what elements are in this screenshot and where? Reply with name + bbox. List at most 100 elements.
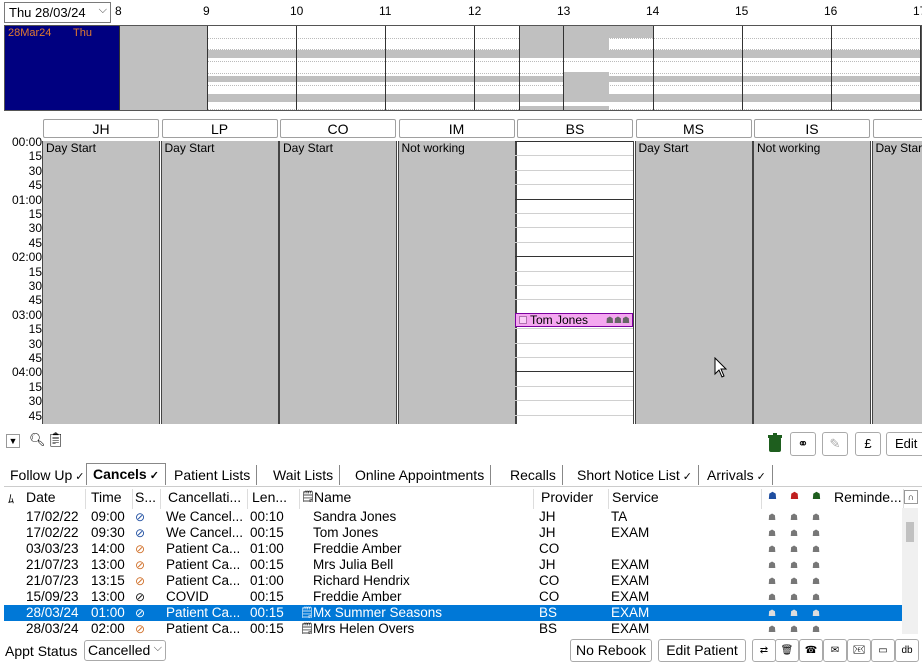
cell-service: EXAM (611, 525, 650, 540)
slot-line (515, 256, 633, 258)
provider-header-co[interactable]: CO (280, 119, 396, 138)
tab-online-appointments[interactable]: Online Appointments (349, 465, 492, 485)
tab-arrivals[interactable]: Arrivals ✓ (701, 465, 773, 485)
provider-column-jh[interactable]: Day Start (42, 141, 160, 424)
no-rebook-button[interactable]: No Rebook (570, 639, 652, 662)
column-note: Day Start (164, 141, 215, 155)
provider-header-lp[interactable]: LP (161, 119, 278, 138)
small-button-7[interactable]: db (895, 639, 919, 662)
status-icon: ⊘ (135, 622, 146, 636)
overview-selected-block: 28Mar24 Thu (5, 26, 119, 110)
list-tabs: Follow Up ✓ Cancels ✓ Patient Lists Wait List… (4, 463, 922, 485)
date-value: Thu 28/03/24 (9, 5, 86, 20)
provider-column-co[interactable]: Day Start (279, 141, 397, 424)
small-button-3[interactable]: ☎︎ (799, 639, 823, 662)
search-icon[interactable]: 🔍︎ (29, 432, 46, 448)
diary-view[interactable]: JHLPCOIMBSMSISN 00:0015304501:0015304502… (4, 119, 922, 424)
edit-patient-button[interactable]: Edit Patient (658, 639, 746, 662)
small-button-6[interactable]: ▭ (871, 639, 895, 662)
edit-button[interactable]: Edit (886, 432, 922, 456)
contact-status-icon: ☗ (790, 528, 799, 538)
tab-recalls[interactable]: Recalls (504, 465, 563, 485)
header-cancellation[interactable]: Cancellati... (168, 489, 248, 509)
tab-patient-lists[interactable]: Patient Lists (168, 465, 258, 485)
table-row[interactable]: 28/03/24 02:00 Patient Ca... 00:15 Mrs Helen… (4, 621, 902, 636)
trash-icon[interactable] (768, 433, 782, 453)
table-row[interactable]: 17/02/22 09:00 We Cancel... 00:10 Sandra Jon… (4, 509, 902, 525)
slot-line (515, 371, 633, 373)
provider-column-im[interactable]: Not working (397, 141, 516, 424)
hour-label: 9 (203, 4, 210, 18)
cell-date: 17/02/22 (26, 509, 79, 524)
table-row[interactable]: 03/03/23 14:00 Patient Ca... 01:00 Freddie A… (4, 541, 902, 557)
table-row[interactable]: 28/03/24 01:00 Patient Ca... 00:15 Mx Summer… (4, 605, 902, 621)
table-row[interactable]: 21/07/23 13:15 Patient Ca... 01:00 Richard H… (4, 573, 902, 589)
brush-button[interactable]: ✎ (822, 432, 848, 456)
hour-label: 14 (646, 4, 660, 18)
header-time[interactable]: Time (91, 489, 133, 509)
header-service[interactable]: Service (612, 489, 762, 509)
appointment-flags-icon: ☗☗☗ (605, 315, 630, 325)
column-chooser-icon[interactable]: ﾑ (8, 490, 14, 507)
header-date[interactable]: Date (26, 489, 86, 509)
small-button-4[interactable]: ✉︎ (823, 639, 847, 662)
appointment-block[interactable]: Tom Jones ☗☗☗ (515, 313, 633, 327)
contact-header-icon-1: ☗ (768, 491, 777, 502)
header-status[interactable]: S... (135, 489, 161, 509)
column-note: Not working (757, 141, 821, 155)
provider-column-lp[interactable]: Day Start (160, 141, 279, 424)
link-icon: ⚭ (797, 436, 809, 451)
overview-blocked-slot (119, 54, 207, 62)
table-row[interactable]: 15/09/23 13:00 COVID 00:15 Freddie Amber CO EX… (4, 589, 902, 605)
reschedule-icon: ⇄ (759, 645, 769, 656)
slot-line (515, 400, 633, 402)
small-button-2[interactable]: 🗑︎ (775, 639, 799, 662)
note-icon: 🗒︎ (300, 623, 314, 635)
provider-column-is[interactable]: Not working (753, 141, 871, 424)
clipboard-icon[interactable]: 📋︎ (47, 431, 65, 448)
slot-line (515, 184, 633, 186)
cell-name: Tom Jones (313, 525, 379, 540)
dropdown-icon[interactable]: ▼ (6, 434, 20, 448)
provider-header-n[interactable]: N (872, 119, 922, 138)
small-button-1[interactable]: ⇄ (752, 639, 776, 662)
cell-date: 21/07/23 (26, 573, 79, 588)
provider-column-n[interactable]: Day Start (871, 141, 922, 424)
tab-label: Online Appointments (355, 467, 485, 483)
time-label: 30 (28, 221, 42, 236)
small-button-5[interactable]: 📧︎ (847, 639, 871, 662)
header-reminder[interactable]: Reminde... (834, 489, 904, 509)
overview-hour-line (119, 26, 120, 110)
header-provider[interactable]: Provider (541, 489, 609, 509)
scrollbar-thumb[interactable] (906, 522, 914, 542)
provider-header-is[interactable]: IS (754, 119, 870, 138)
date-select[interactable]: Thu 28/03/24 ⌵ (4, 2, 111, 23)
tab-cancels[interactable]: Cancels ✓ (86, 463, 166, 485)
hour-label: 10 (290, 4, 304, 18)
cell-date: 28/03/24 (26, 621, 79, 636)
overview-gridline (119, 61, 921, 62)
header-menu-icon[interactable]: ∩ (904, 490, 918, 504)
slot-line (515, 299, 633, 301)
provider-header-bs[interactable]: BS (517, 119, 633, 138)
table-row[interactable]: 21/07/23 13:00 Patient Ca... 00:15 Mrs Julia… (4, 557, 902, 573)
tab-follow-up[interactable]: Follow Up ✓ (4, 465, 92, 485)
cancels-table[interactable]: ﾑ Date Time S... Cancellati... Len... Name Prov… (4, 486, 922, 636)
overview-hour-line (563, 26, 564, 110)
provider-column-ms[interactable]: Day Start (634, 141, 753, 424)
table-row[interactable]: 17/02/22 09:30 We Cancel... 00:15 Tom Jones J… (4, 525, 902, 541)
pound-button[interactable]: £ (855, 432, 881, 456)
tab-wait-lists[interactable]: Wait Lists (267, 465, 341, 485)
header-length[interactable]: Len... (252, 489, 300, 509)
link-button[interactable]: ⚭ (790, 432, 816, 456)
appt-status-select[interactable]: Cancelled ⌵ (84, 640, 166, 661)
provider-header-jh[interactable]: JH (43, 119, 159, 138)
check-icon: ✓ (682, 471, 692, 483)
header-name[interactable]: Name (314, 489, 534, 509)
provider-header-im[interactable]: IM (398, 119, 515, 138)
edit-button-label: Edit (895, 436, 918, 451)
time-label: 30 (28, 336, 42, 351)
provider-header-ms[interactable]: MS (635, 119, 752, 138)
day-overview[interactable]: 28Mar24 Thu (4, 25, 922, 111)
tab-short-notice-list[interactable]: Short Notice List ✓ (571, 465, 699, 485)
